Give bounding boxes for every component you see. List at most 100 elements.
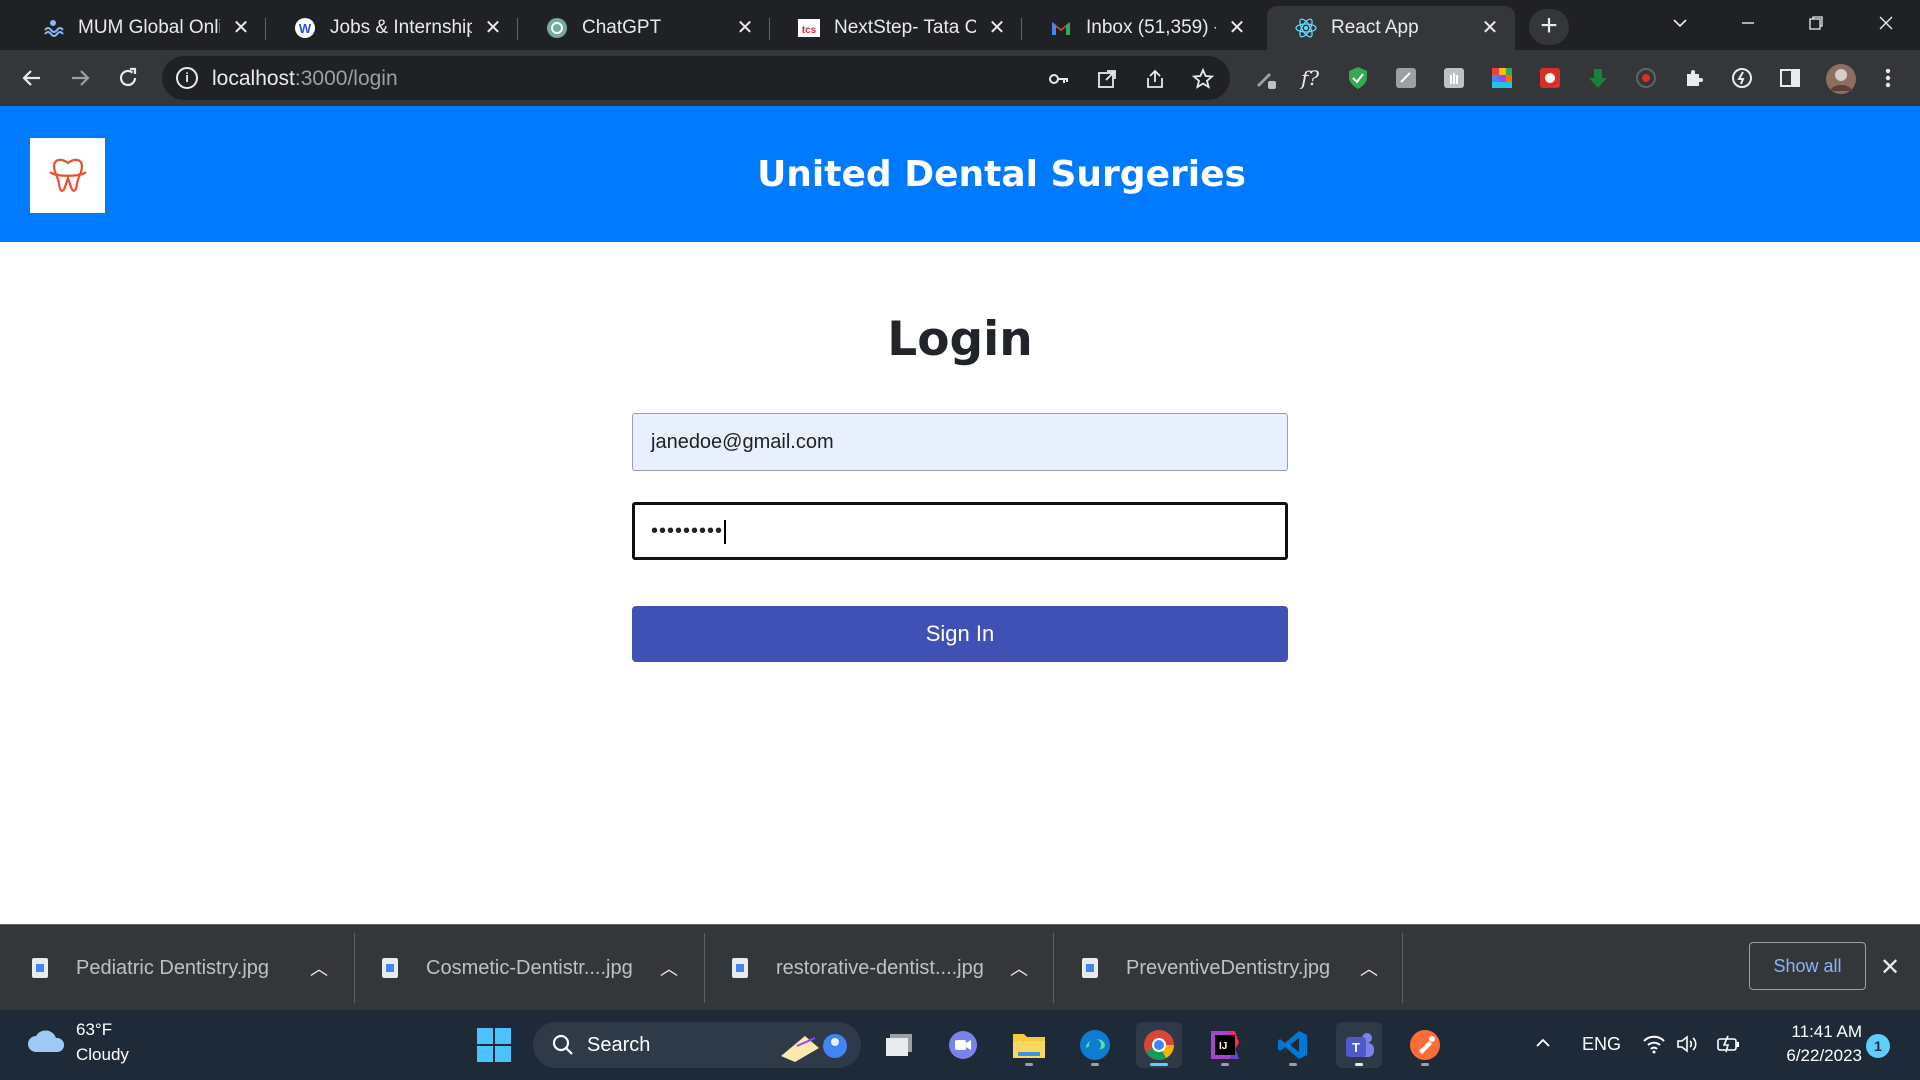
- color-palette-extension-icon[interactable]: [1490, 66, 1514, 90]
- edge-browser-icon[interactable]: [1072, 1022, 1118, 1068]
- chevron-up-icon[interactable]: ︿: [1010, 955, 1028, 981]
- record-extension-icon[interactable]: [1634, 66, 1658, 90]
- close-icon[interactable]: ✕: [986, 17, 1008, 39]
- address-bar[interactable]: i localhost:3000/login: [162, 56, 1230, 100]
- system-clock[interactable]: 11:41 AM 6/22/2023: [1752, 1020, 1862, 1068]
- running-indicator: [1091, 1063, 1099, 1066]
- forward-arrow-icon[interactable]: [62, 60, 98, 96]
- password-field-value: •••••••••: [651, 520, 724, 542]
- postman-icon[interactable]: [1402, 1022, 1448, 1068]
- download-item[interactable]: Cosmetic-Dentistr....jpg ︿: [382, 935, 692, 1001]
- minimize-icon[interactable]: [1728, 8, 1768, 38]
- chevron-up-icon[interactable]: [1534, 1034, 1552, 1057]
- key-icon[interactable]: [1046, 66, 1072, 92]
- weather-temperature[interactable]: 63°F: [76, 1020, 112, 1040]
- close-downloads-icon[interactable]: ✕: [1880, 953, 1900, 982]
- search-label: Search: [587, 1034, 651, 1056]
- weather-description[interactable]: Cloudy: [76, 1045, 129, 1065]
- react-icon: [1295, 17, 1317, 39]
- vscode-icon[interactable]: [1270, 1022, 1316, 1068]
- teams-chat-icon[interactable]: [940, 1022, 986, 1068]
- bookmark-star-icon[interactable]: [1190, 66, 1216, 92]
- clock-date: 6/22/2023: [1786, 1046, 1862, 1065]
- bug-extension-icon[interactable]: [1538, 66, 1562, 90]
- password-field[interactable]: •••••••••: [632, 502, 1288, 560]
- email-field-value: janedoe@gmail.com: [651, 431, 834, 453]
- running-indicator: [1289, 1063, 1297, 1066]
- close-icon[interactable]: ✕: [1226, 17, 1248, 39]
- text-caret: [724, 519, 727, 544]
- windows-taskbar: 63°F Cloudy Search IJ T ENG 11:41 AM 6/2…: [0, 1010, 1920, 1080]
- active-indicator: [1150, 1063, 1168, 1066]
- file-explorer-icon[interactable]: [1006, 1022, 1052, 1068]
- tab-jobs-internships[interactable]: W Jobs & Internships ✕: [266, 6, 518, 50]
- menu-kebab-icon[interactable]: [1876, 66, 1900, 90]
- pen-extension-icon[interactable]: [1254, 66, 1278, 90]
- chevron-up-icon[interactable]: ︿: [310, 955, 328, 981]
- battery-charging-icon[interactable]: [1716, 1034, 1742, 1059]
- download-item[interactable]: PreventiveDentistry.jpg ︿: [1082, 935, 1392, 1001]
- tab-react-app[interactable]: React App ✕: [1267, 6, 1515, 50]
- download-filename: Cosmetic-Dentistr....jpg: [426, 956, 633, 979]
- taskbar-search[interactable]: Search: [533, 1022, 861, 1068]
- share-icon[interactable]: [1142, 66, 1168, 92]
- login-heading: Login: [887, 312, 1033, 367]
- tab-search-chevron-icon[interactable]: [1660, 8, 1700, 38]
- chrome-browser-icon[interactable]: [1136, 1022, 1182, 1068]
- tab-mum-global[interactable]: MUM Global Online ✕: [14, 6, 266, 50]
- search-highlight-illustration: [781, 1034, 847, 1062]
- reload-icon[interactable]: [110, 60, 146, 96]
- windows-start-icon[interactable]: [477, 1028, 511, 1062]
- back-arrow-icon[interactable]: [14, 60, 50, 96]
- wave-icon: [42, 17, 64, 39]
- download-filename: restorative-dentist....jpg: [776, 956, 984, 979]
- new-tab-button[interactable]: +: [1529, 9, 1569, 45]
- notes-extension-icon[interactable]: [1394, 66, 1418, 90]
- svg-text:tcs: tcs: [802, 25, 817, 36]
- download-item[interactable]: Pediatric Dentistry.jpg ︿: [32, 935, 342, 1001]
- wifi-icon[interactable]: [1642, 1034, 1666, 1059]
- language-indicator[interactable]: ENG: [1582, 1034, 1621, 1055]
- tab-nextstep[interactable]: tcs NextStep- Tata Con ✕: [770, 6, 1022, 50]
- sign-in-button[interactable]: Sign In: [632, 606, 1288, 662]
- show-all-button[interactable]: Show all: [1749, 942, 1866, 990]
- tab-chatgpt[interactable]: ChatGPT ✕: [518, 6, 770, 50]
- tcs-icon: tcs: [798, 17, 820, 39]
- download-arrow-extension-icon[interactable]: [1586, 66, 1610, 90]
- profile-avatar[interactable]: [1826, 64, 1856, 94]
- extensions-puzzle-icon[interactable]: [1682, 66, 1706, 90]
- close-icon[interactable]: ✕: [230, 17, 252, 39]
- download-item[interactable]: restorative-dentist....jpg ︿: [732, 935, 1042, 1001]
- performance-icon[interactable]: [1730, 66, 1754, 90]
- chevron-up-icon[interactable]: ︿: [660, 955, 678, 981]
- divider: [354, 933, 355, 1003]
- close-icon[interactable]: ✕: [482, 17, 504, 39]
- teams-icon[interactable]: T: [1336, 1022, 1382, 1068]
- close-icon[interactable]: ✕: [1479, 17, 1501, 39]
- browser-toolbar: i localhost:3000/login f?: [0, 50, 1920, 106]
- chevron-up-icon[interactable]: ︿: [1360, 955, 1378, 981]
- cloud-icon[interactable]: [26, 1028, 66, 1054]
- gmail-icon: [1050, 17, 1072, 39]
- hand-extension-icon[interactable]: [1442, 66, 1466, 90]
- notification-badge[interactable]: 1: [1866, 1034, 1890, 1058]
- clock-time: 11:41 AM: [1791, 1022, 1862, 1041]
- email-field[interactable]: janedoe@gmail.com: [632, 413, 1288, 471]
- running-indicator: [1025, 1063, 1033, 1066]
- app-header: United Dental Surgeries: [0, 106, 1920, 242]
- close-window-icon[interactable]: [1866, 8, 1906, 38]
- intellij-icon[interactable]: IJ: [1202, 1022, 1248, 1068]
- formula-extension-icon[interactable]: f?: [1298, 66, 1322, 90]
- shield-extension-icon[interactable]: [1346, 66, 1370, 90]
- tab-gmail-inbox[interactable]: Inbox (51,359) - ge ✕: [1022, 6, 1262, 50]
- side-panel-icon[interactable]: [1778, 66, 1802, 90]
- tab-title: MUM Global Online: [78, 17, 220, 38]
- close-icon[interactable]: ✕: [734, 17, 756, 39]
- restore-icon[interactable]: [1796, 8, 1836, 38]
- tab-strip: MUM Global Online ✕ W Jobs & Internships…: [0, 0, 1920, 50]
- image-file-icon: [32, 958, 48, 978]
- site-info-icon[interactable]: i: [176, 67, 198, 89]
- open-in-app-icon[interactable]: [1094, 66, 1120, 92]
- volume-icon[interactable]: [1676, 1034, 1698, 1059]
- task-view-icon[interactable]: [876, 1022, 922, 1068]
